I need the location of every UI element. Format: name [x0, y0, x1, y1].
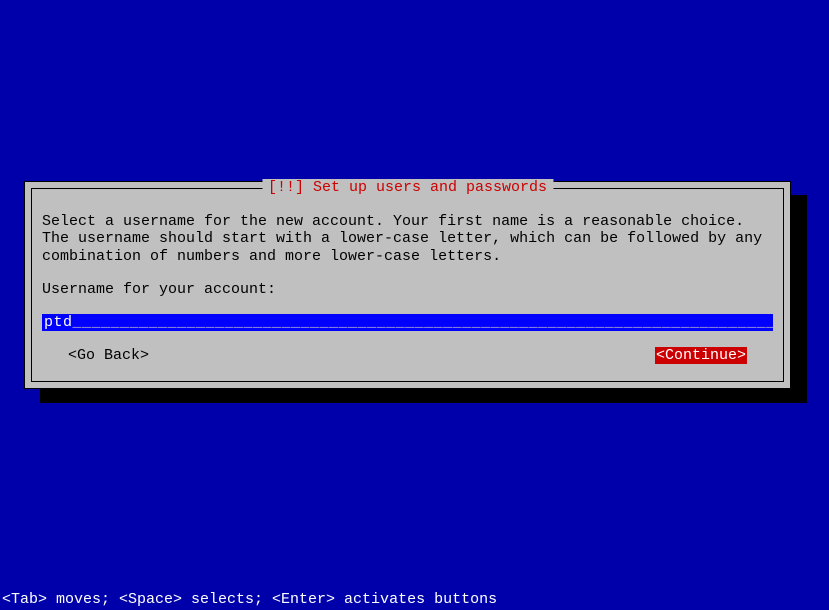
dialog-title: [!!] Set up users and passwords: [262, 179, 553, 196]
continue-button[interactable]: <Continue>: [655, 347, 747, 364]
username-value: ptd: [44, 314, 73, 331]
input-padding: ________________________________________…: [73, 314, 773, 331]
button-row: <Go Back> <Continue>: [42, 347, 773, 364]
status-bar: <Tab> moves; <Space> selects; <Enter> ac…: [2, 591, 497, 608]
dialog-inner: [!!] Set up users and passwords Select a…: [31, 188, 784, 382]
dialog-box: [!!] Set up users and passwords Select a…: [24, 181, 791, 389]
username-input[interactable]: ptd_____________________________________…: [42, 314, 773, 331]
go-back-button[interactable]: <Go Back>: [68, 347, 149, 364]
username-label: Username for your account:: [42, 281, 773, 298]
instruction-text: Select a username for the new account. Y…: [42, 213, 773, 265]
